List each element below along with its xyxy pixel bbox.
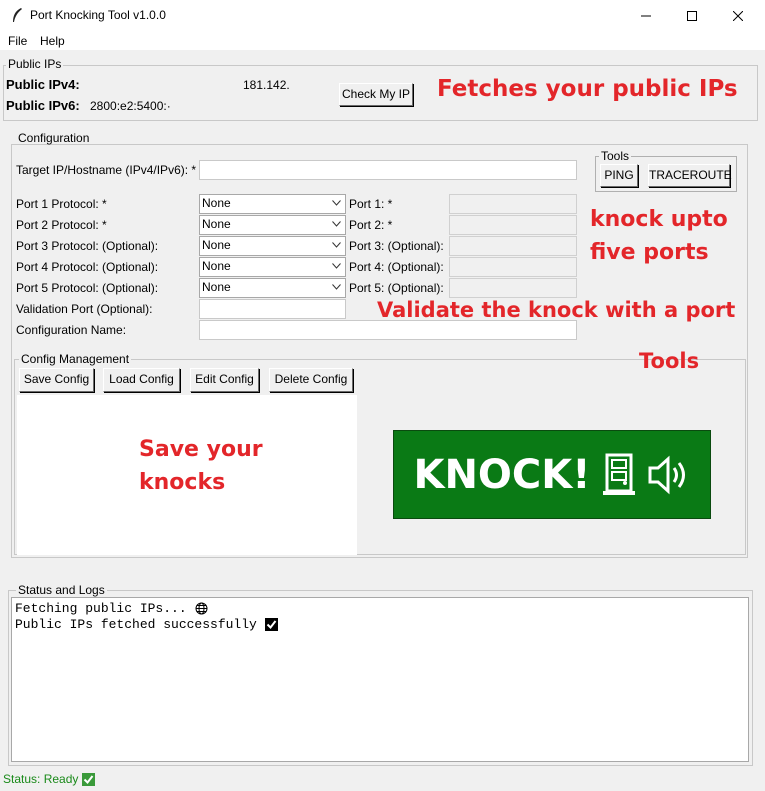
port2-input[interactable] [449, 215, 577, 235]
status-logs-group-label: Status and Logs [16, 583, 107, 597]
chevron-down-icon [332, 284, 341, 290]
traceroute-button[interactable]: TRACEROUTE [648, 164, 732, 187]
close-button[interactable] [715, 0, 761, 32]
check-my-ip-button[interactable]: Check My IP [339, 83, 413, 106]
load-config-button[interactable]: Load Config [103, 368, 180, 392]
tools-group-label: Tools [599, 149, 632, 163]
target-label: Target IP/Hostname (IPv4/IPv6): * [16, 163, 197, 177]
log-line: Public IPs fetched successfully [15, 616, 745, 632]
public-ipv6-label: Public IPv6: [6, 98, 80, 113]
feather-icon [10, 7, 24, 25]
port2-label: Port 2: * [349, 218, 393, 232]
target-input[interactable] [199, 160, 577, 180]
log-line-text: Fetching public IPs... [15, 600, 187, 616]
port4-protocol-value: None [202, 259, 231, 273]
port4-protocol-label: Port 4 Protocol: (Optional): [16, 260, 159, 274]
configuration-group-label: Configuration [16, 131, 92, 145]
check-icon [264, 617, 278, 631]
chevron-down-icon [332, 242, 341, 248]
public-ipv4-value: 181.142. [243, 78, 290, 92]
port4-label: Port 4: (Optional): [349, 260, 444, 274]
annotation-knocks: knocks [139, 470, 226, 495]
menu-bar: File Help [0, 32, 765, 50]
port1-protocol-value: None [202, 196, 231, 210]
public-ips-group-label: Public IPs [6, 57, 64, 71]
validation-port-input[interactable] [199, 299, 346, 319]
port1-protocol-select[interactable]: None [199, 194, 346, 214]
public-ipv4-label: Public IPv4: [6, 77, 80, 92]
edit-config-button[interactable]: Edit Config [190, 368, 259, 392]
port1-input[interactable] [449, 194, 577, 214]
config-management-group-label: Config Management [19, 352, 132, 366]
annotation-validate: Validate the knock with a port [377, 298, 736, 322]
door-icon [602, 453, 635, 495]
minimize-button[interactable] [623, 0, 669, 32]
save-config-button[interactable]: Save Config [19, 368, 94, 392]
port3-protocol-value: None [202, 238, 231, 252]
port5-protocol-value: None [202, 280, 231, 294]
menu-help[interactable]: Help [40, 34, 65, 48]
port2-protocol-select[interactable]: None [199, 215, 346, 235]
public-ipv6-value: 2800:e2:5400:· [90, 99, 171, 113]
config-name-input[interactable] [199, 320, 577, 340]
log-line: Fetching public IPs... [15, 600, 745, 616]
annotation-save-your: Save your [139, 437, 263, 462]
port3-label: Port 3: (Optional): [349, 239, 444, 253]
annotation-tools: Tools [639, 349, 700, 373]
port3-input[interactable] [449, 236, 577, 256]
chevron-down-icon [332, 200, 341, 206]
knock-button-label: KNOCK! [413, 451, 591, 498]
port5-input[interactable] [449, 278, 577, 298]
port1-label: Port 1: * [349, 197, 393, 211]
log-output[interactable]: Fetching public IPs... Public IPs fetche… [11, 597, 749, 762]
annotation-fetch-ips: Fetches your public IPs [437, 76, 738, 102]
menu-file[interactable]: File [8, 34, 27, 48]
globe-icon [195, 602, 208, 614]
chevron-down-icon [332, 221, 341, 227]
log-line-text: Public IPs fetched successfully [15, 616, 257, 632]
window-title: Port Knocking Tool v1.0.0 [30, 8, 166, 22]
status-label: Status: Ready [3, 772, 96, 786]
port4-protocol-select[interactable]: None [199, 257, 346, 277]
status-bar: Status: Ready [0, 770, 765, 791]
port5-protocol-select[interactable]: None [199, 278, 346, 298]
knock-button[interactable]: KNOCK! [393, 430, 711, 519]
speaker-icon [648, 455, 685, 494]
ping-button[interactable]: PING [600, 164, 638, 187]
title-bar: Port Knocking Tool v1.0.0 [0, 0, 765, 32]
annotation-knock-upto: knock upto [590, 207, 728, 232]
status-text: Status: Ready [3, 772, 79, 786]
port3-protocol-select[interactable]: None [199, 236, 346, 256]
maximize-button[interactable] [669, 0, 715, 32]
port2-protocol-value: None [202, 217, 231, 231]
chevron-down-icon [332, 263, 341, 269]
validation-port-label: Validation Port (Optional): [16, 302, 153, 316]
port5-protocol-label: Port 5 Protocol: (Optional): [16, 281, 159, 295]
delete-config-button[interactable]: Delete Config [269, 368, 353, 392]
port3-protocol-label: Port 3 Protocol: (Optional): [16, 239, 159, 253]
port1-protocol-label: Port 1 Protocol: * [16, 197, 107, 211]
check-icon [82, 772, 96, 786]
port2-protocol-label: Port 2 Protocol: * [16, 218, 107, 232]
port4-input[interactable] [449, 257, 577, 277]
config-name-label: Configuration Name: [16, 323, 127, 337]
annotation-five-ports: five ports [590, 240, 709, 265]
port5-label: Port 5: (Optional): [349, 281, 444, 295]
